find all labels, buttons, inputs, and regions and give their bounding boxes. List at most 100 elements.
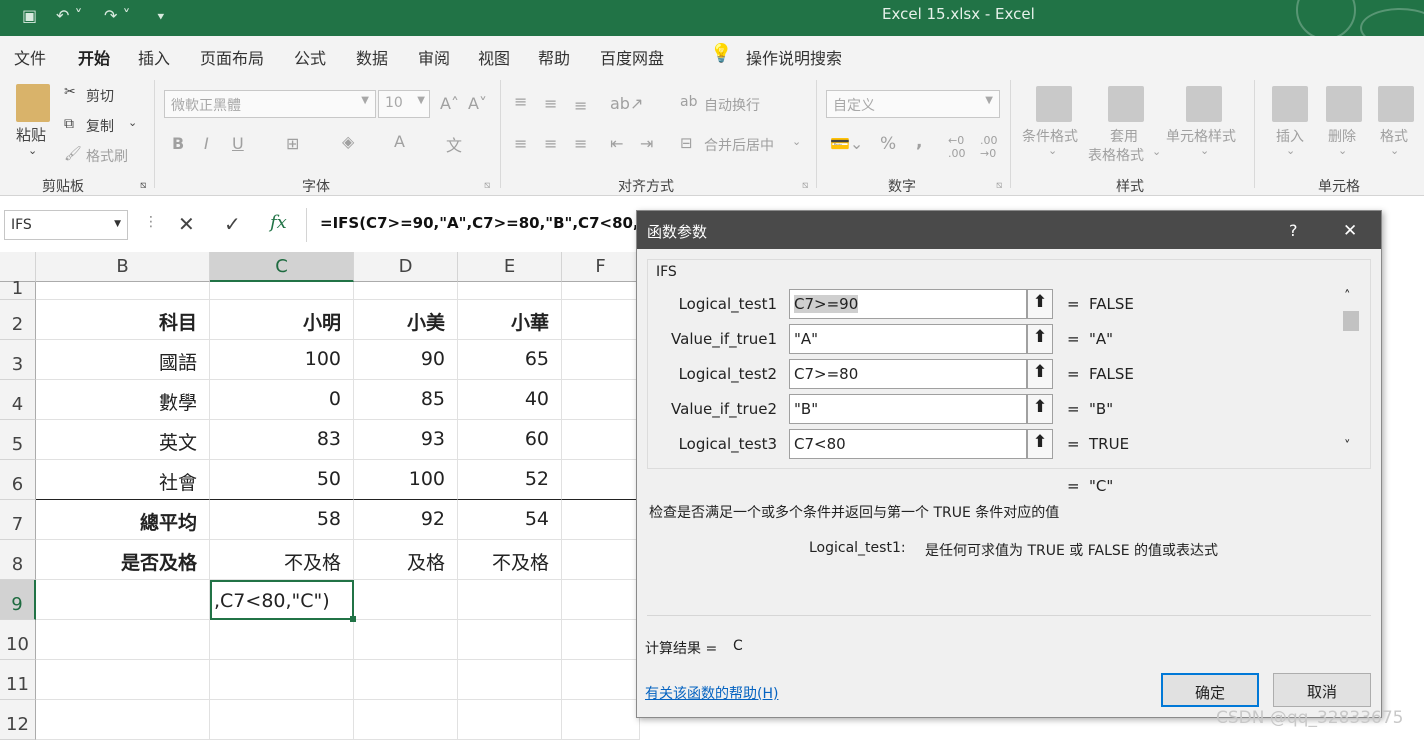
conditional-format-button[interactable]: 条件格式 (1022, 126, 1078, 146)
cell-B9[interactable] (36, 580, 210, 620)
ok-button[interactable]: 确定 (1161, 673, 1259, 707)
insert-button[interactable]: 插入 (1276, 126, 1304, 146)
cell-B6[interactable]: 社會 (36, 460, 210, 500)
delete-button[interactable]: 删除 (1328, 126, 1356, 146)
column-header-B[interactable]: B (36, 252, 210, 282)
dialog-launcher-icon[interactable]: ⧅ (140, 180, 146, 191)
cell-C5[interactable]: 83 (210, 420, 354, 460)
cell-D3[interactable]: 90 (354, 340, 458, 380)
increase-font-icon[interactable]: A˄ (440, 94, 459, 113)
insert-function-button[interactable]: fx (270, 212, 287, 233)
cell-B3[interactable]: 國語 (36, 340, 210, 380)
align-right-icon[interactable]: ≡ (574, 134, 587, 153)
drag-handle-icon[interactable]: ⋮ (144, 214, 158, 230)
cell-D6[interactable]: 100 (354, 460, 458, 500)
chevron-down-icon[interactable]: ⌄ (28, 144, 37, 157)
cell-E3[interactable]: 65 (458, 340, 562, 380)
collapse-dialog-icon[interactable]: ⬆ (1027, 394, 1053, 424)
cell-E10[interactable] (458, 620, 562, 660)
chevron-down-icon[interactable]: ⌄ (128, 116, 137, 129)
row-header-8[interactable]: 8 (0, 540, 36, 580)
merge-center-button[interactable]: 合并后居中 (704, 135, 774, 155)
bold-button[interactable]: B (172, 134, 184, 153)
tab-baidu-netdisk[interactable]: 百度网盘 (600, 45, 664, 69)
argument-input[interactable]: C7<80 (789, 429, 1027, 459)
chevron-down-icon[interactable]: ⌄ (1338, 144, 1347, 157)
cell-D5[interactable]: 93 (354, 420, 458, 460)
cell-E12[interactable] (458, 700, 562, 740)
comma-button[interactable]: , (916, 132, 922, 152)
wrap-text-icon[interactable]: ab (680, 94, 697, 110)
cell-B12[interactable] (36, 700, 210, 740)
cell-B7[interactable]: 總平均 (36, 500, 210, 540)
cell-F6[interactable] (562, 460, 640, 500)
cancel-formula-icon[interactable]: ✕ (178, 212, 195, 236)
fill-handle[interactable] (350, 616, 356, 622)
collapse-dialog-icon[interactable]: ⬆ (1027, 324, 1053, 354)
row-header-9[interactable]: 9 (0, 580, 36, 620)
percent-button[interactable]: % (880, 134, 896, 154)
active-cell-editor[interactable]: ,C7<80,"C") (210, 580, 354, 620)
cell-C10[interactable] (210, 620, 354, 660)
increase-indent-icon[interactable]: ⇥ (640, 134, 653, 153)
cell-styles-icon[interactable] (1186, 86, 1222, 122)
insert-cells-icon[interactable] (1272, 86, 1308, 122)
customize-toolbar-icon[interactable]: ⯆ (156, 10, 166, 25)
align-left-icon[interactable]: ≡ (514, 134, 527, 153)
cell-C11[interactable] (210, 660, 354, 700)
cell-B10[interactable] (36, 620, 210, 660)
cell-B4[interactable]: 數學 (36, 380, 210, 420)
arguments-scrollbar[interactable]: ˄ ˅ (1341, 289, 1359, 459)
tab-page-layout[interactable]: 页面布局 (200, 45, 264, 69)
format-as-table-label[interactable]: 表格格式 (1088, 145, 1144, 165)
row-header-12[interactable]: 12 (0, 700, 36, 740)
scroll-up-icon[interactable]: ˄ (1344, 289, 1351, 304)
cell-F11[interactable] (562, 660, 640, 700)
row-header-10[interactable]: 10 (0, 620, 36, 660)
decrease-decimal-icon[interactable]: .00 →0 (980, 134, 998, 160)
align-middle-icon[interactable]: ≡ (544, 94, 557, 113)
cell-E4[interactable]: 40 (458, 380, 562, 420)
font-family-select[interactable]: 微軟正黑體 ▼ (164, 90, 376, 118)
tab-formulas[interactable]: 公式 (294, 45, 326, 69)
argument-input[interactable]: C7>=80 (789, 359, 1027, 389)
row-header-1[interactable]: 1 (0, 280, 36, 300)
chevron-down-icon[interactable]: ⌄ (1152, 145, 1161, 158)
cell-D10[interactable] (354, 620, 458, 660)
redo-icon[interactable]: ↷ ˅ (104, 6, 131, 25)
cell-E6[interactable]: 52 (458, 460, 562, 500)
cell-E11[interactable] (458, 660, 562, 700)
tab-home[interactable]: 开始 (78, 45, 111, 77)
cell-B5[interactable]: 英文 (36, 420, 210, 460)
cell-E1[interactable] (458, 282, 562, 300)
cancel-button[interactable]: 取消 (1273, 673, 1371, 707)
dialog-launcher-icon[interactable]: ⧅ (802, 180, 808, 191)
tab-file[interactable]: 文件 (14, 45, 46, 69)
increase-decimal-icon[interactable]: ←0.00 (948, 134, 966, 160)
tab-help[interactable]: 帮助 (538, 45, 570, 69)
cut-button[interactable]: 剪切 (86, 86, 114, 106)
cell-D1[interactable] (354, 282, 458, 300)
cell-D8[interactable]: 及格 (354, 540, 458, 580)
scrollbar-thumb[interactable] (1343, 311, 1359, 331)
scissors-icon[interactable]: ✂ (64, 84, 76, 100)
copy-icon[interactable]: ⧉ (64, 116, 74, 132)
merge-icon[interactable]: ⊟ (680, 134, 693, 152)
conditional-format-icon[interactable] (1036, 86, 1072, 122)
cell-E7[interactable]: 54 (458, 500, 562, 540)
formula-input[interactable]: =IFS(C7>=90,"A",C7>=80,"B",C7<80,"C") (320, 214, 672, 232)
chevron-down-icon[interactable]: ⌄ (1390, 144, 1399, 157)
orientation-icon[interactable]: ab↗ (610, 94, 643, 113)
name-box[interactable]: IFS ▼ (4, 210, 128, 240)
collapse-dialog-icon[interactable]: ⬆ (1027, 359, 1053, 389)
cell-D12[interactable] (354, 700, 458, 740)
scroll-down-icon[interactable]: ˅ (1344, 439, 1351, 454)
tell-me-search[interactable]: 操作说明搜索 (746, 45, 842, 69)
row-header-7[interactable]: 7 (0, 500, 36, 540)
collapse-dialog-icon[interactable]: ⬆ (1027, 289, 1053, 319)
cell-B8[interactable]: 是否及格 (36, 540, 210, 580)
cell-C1[interactable] (210, 282, 354, 300)
cell-C7[interactable]: 58 (210, 500, 354, 540)
chevron-down-icon[interactable]: ⌄ (1048, 144, 1057, 157)
decrease-indent-icon[interactable]: ⇤ (610, 134, 623, 153)
